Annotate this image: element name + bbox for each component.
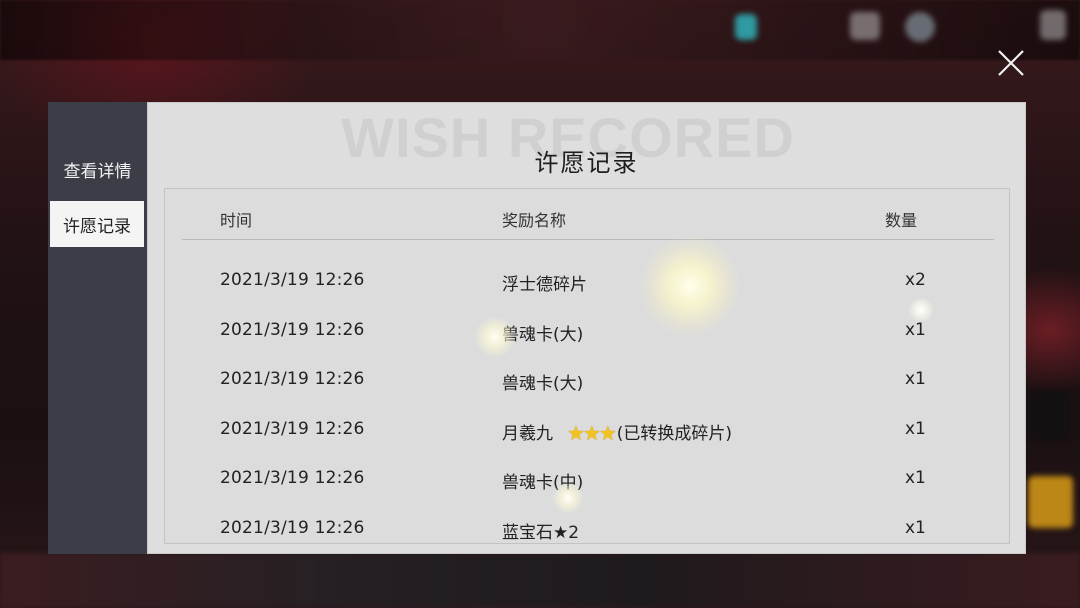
background-blob — [1030, 390, 1070, 440]
row-reward-name: 月羲九 ★★★ (已转换成碎片) — [502, 419, 732, 445]
record-table[interactable]: 时间 奖励名称 数量 2021/3/19 12:26 浮士德碎片 x2 2021… — [164, 188, 1010, 544]
row-quantity: x2 — [905, 270, 926, 290]
wish-record-panel: WISH RECORED 许愿记录 时间 奖励名称 数量 2021/3/19 1… — [147, 102, 1026, 554]
tab-label: 许愿记录 — [63, 216, 131, 237]
row-reward-name: 浮士德碎片 — [502, 275, 587, 295]
panel-title: 许愿记录 — [534, 149, 639, 177]
table-row: 2021/3/19 12:26 月羲九 ★★★ (已转换成碎片) x1 — [165, 411, 1009, 447]
table-row: 2021/3/19 12:26 兽魂卡(大) x1 — [165, 312, 1009, 348]
tab-view-details[interactable]: 查看详情 — [48, 146, 147, 192]
tab-label: 查看详情 — [63, 161, 132, 182]
reward-name-text: 月羲九 — [502, 424, 553, 444]
row-quantity: x1 — [905, 518, 926, 538]
star-icon: ★★★ — [567, 421, 617, 445]
background-blob — [1028, 476, 1073, 528]
table-header: 时间 奖励名称 数量 — [165, 189, 1009, 239]
background-blob — [905, 12, 935, 42]
table-row: 2021/3/19 12:26 蓝宝石★2 x1 — [165, 510, 1009, 543]
header-quantity: 数量 — [885, 211, 918, 230]
reward-note: (已转换成碎片) — [616, 424, 733, 444]
close-icon — [998, 50, 1024, 76]
table-row: 2021/3/19 12:26 浮士德碎片 x2 — [165, 262, 1009, 298]
background-blob — [735, 14, 757, 40]
row-time: 2021/3/19 12:26 — [220, 320, 365, 340]
sidebar: 查看详情 许愿记录 — [48, 102, 147, 554]
row-time: 2021/3/19 12:26 — [220, 270, 365, 290]
tab-wish-record[interactable]: 许愿记录 — [50, 201, 144, 247]
row-quantity: x1 — [905, 320, 926, 340]
header-divider — [182, 239, 994, 240]
row-reward-name: 兽魂卡(大) — [502, 325, 584, 345]
row-time: 2021/3/19 12:26 — [220, 518, 365, 538]
header-time: 时间 — [220, 211, 253, 230]
row-time: 2021/3/19 12:26 — [220, 369, 365, 389]
row-time: 2021/3/19 12:26 — [220, 419, 365, 439]
row-quantity: x1 — [905, 419, 926, 439]
row-reward-name: 蓝宝石★2 — [502, 523, 580, 543]
background-blob — [850, 12, 880, 40]
row-reward-name: 兽魂卡(中) — [502, 473, 584, 493]
background-blob — [1040, 10, 1066, 40]
close-button[interactable] — [994, 46, 1028, 80]
row-time: 2021/3/19 12:26 — [220, 468, 365, 488]
table-row: 2021/3/19 12:26 兽魂卡(中) x1 — [165, 460, 1009, 496]
row-quantity: x1 — [905, 468, 926, 488]
header-reward-name: 奖励名称 — [502, 211, 567, 230]
table-row: 2021/3/19 12:26 兽魂卡(大) x1 — [165, 361, 1009, 397]
background-bottom-bar — [0, 553, 1080, 608]
row-quantity: x1 — [905, 369, 926, 389]
row-reward-name: 兽魂卡(大) — [502, 374, 584, 394]
